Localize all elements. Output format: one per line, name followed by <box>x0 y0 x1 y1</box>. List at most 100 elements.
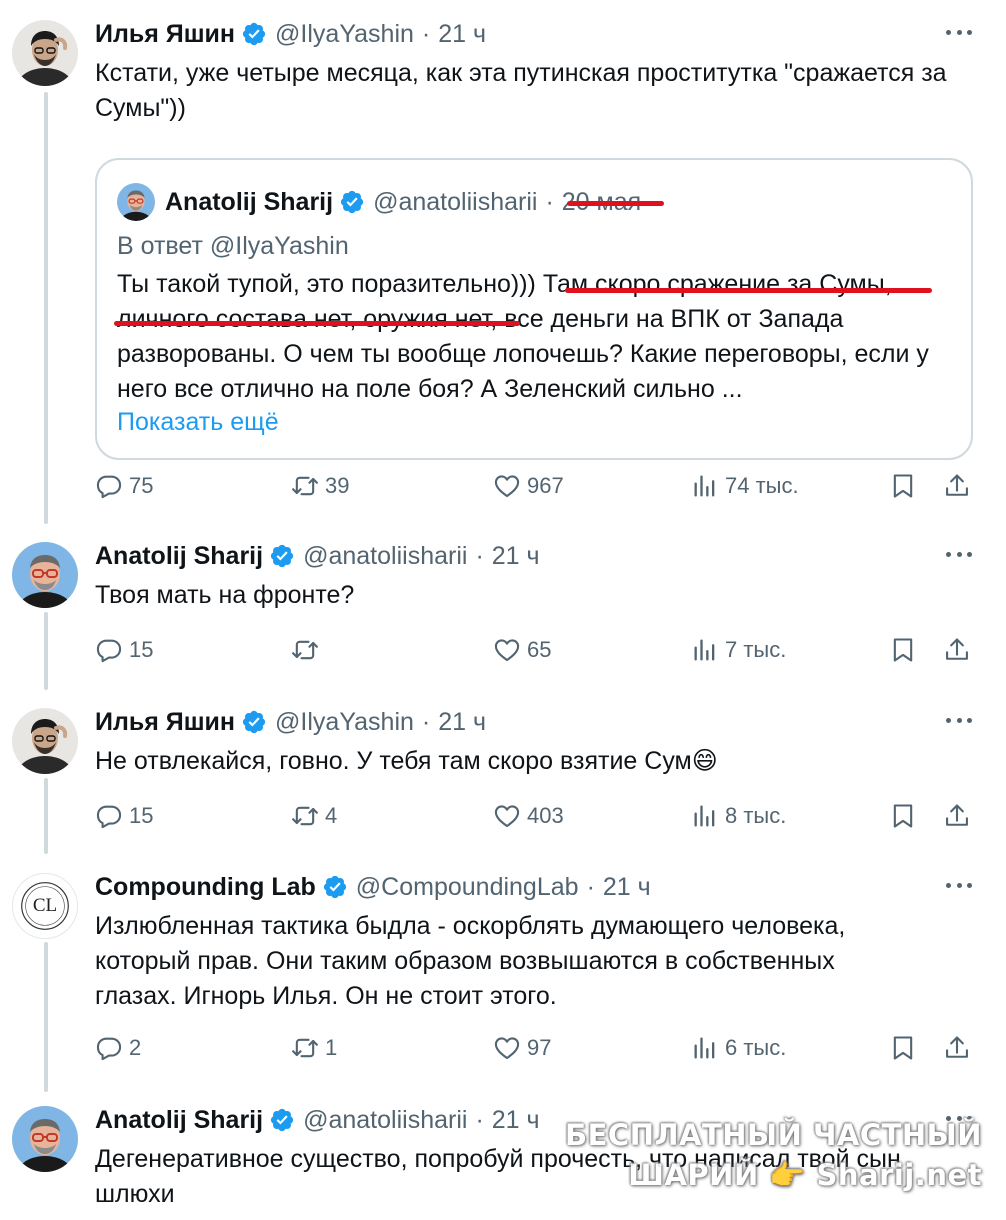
tweet[interactable]: Anatolij Sharij @anatoliisharii · 21 ч Т… <box>0 536 1006 686</box>
author-handle[interactable]: @anatoliisharii <box>303 1106 467 1135</box>
timestamp[interactable]: 21 ч <box>438 708 486 737</box>
bookmark-icon <box>889 472 917 500</box>
more-icon[interactable] <box>946 718 972 723</box>
quote-reply-to: В ответ @IlyaYashin <box>117 232 349 260</box>
like-button[interactable]: 65 <box>493 630 551 670</box>
separator-dot: · <box>545 187 554 216</box>
quote-author-handle: @anatoliisharii <box>373 187 538 216</box>
like-icon <box>493 472 521 500</box>
reply-button[interactable]: 75 <box>95 466 153 506</box>
timestamp[interactable]: 21 ч <box>492 1106 540 1135</box>
author-name[interactable]: Compounding Lab <box>95 873 316 902</box>
bookmark-button[interactable] <box>889 796 923 836</box>
share-button[interactable] <box>943 796 977 836</box>
timestamp[interactable]: 21 ч <box>492 542 540 571</box>
quoted-tweet[interactable]: Anatolij Sharij @anatoliisharii · 20 мая… <box>95 158 973 460</box>
like-count: 65 <box>527 637 552 662</box>
annotation-underline <box>565 288 932 293</box>
more-icon[interactable] <box>946 883 972 888</box>
reply-button[interactable]: 15 <box>95 630 153 670</box>
avatar[interactable] <box>12 708 78 774</box>
retweet-button[interactable] <box>291 630 325 670</box>
author-name[interactable]: Илья Яшин <box>95 708 235 737</box>
bookmark-icon <box>889 1034 917 1062</box>
timestamp[interactable]: 21 ч <box>438 20 486 49</box>
like-icon <box>493 802 521 830</box>
annotation-underline <box>114 321 520 326</box>
view-count: 74 тыс. <box>725 473 799 498</box>
separator-dot: · <box>421 707 431 736</box>
share-button[interactable] <box>943 1028 977 1068</box>
reply-button[interactable]: 15 <box>95 796 153 836</box>
more-icon[interactable] <box>946 30 972 35</box>
views-button[interactable]: 8 тыс. <box>691 796 786 836</box>
author-handle[interactable]: @anatoliisharii <box>303 542 467 571</box>
avatar[interactable] <box>12 1106 78 1172</box>
annotation-underline <box>567 201 664 206</box>
separator-dot: · <box>475 541 484 570</box>
author-name[interactable]: Илья Яшин <box>95 20 235 49</box>
reply-icon <box>95 636 123 664</box>
quote-author-name: Anatolij Sharij <box>165 187 334 216</box>
reply-count: 2 <box>129 1035 142 1060</box>
avatar[interactable] <box>12 20 78 86</box>
like-button[interactable]: 97 <box>493 1028 551 1068</box>
tweet[interactable]: CL Compounding Lab @CompoundingLab · 21 … <box>0 867 1006 1077</box>
tweet-actions: 2 1 97 6 тыс. <box>95 1028 975 1068</box>
tweet-text: Твоя мать на фронте? <box>95 581 355 609</box>
tweet-text: Не отвлекайся, говно. У тебя там скоро в… <box>95 747 718 775</box>
avatar[interactable] <box>12 542 78 608</box>
like-button[interactable]: 403 <box>493 796 564 836</box>
views-button[interactable]: 6 тыс. <box>691 1028 786 1068</box>
reply-button[interactable]: 2 <box>95 1028 141 1068</box>
retweet-button[interactable]: 1 <box>291 1028 337 1068</box>
retweet-button[interactable]: 4 <box>291 796 337 836</box>
timestamp[interactable]: 21 ч <box>603 873 651 902</box>
retweet-icon <box>291 1034 319 1062</box>
verified-badge-icon <box>269 543 295 569</box>
bookmark-button[interactable] <box>889 466 923 506</box>
verified-badge-icon <box>241 709 267 735</box>
retweet-icon <box>291 636 319 664</box>
tweet-header: Anatolij Sharij @anatoliisharii · 21 ч <box>95 1100 540 1140</box>
share-icon <box>943 1034 971 1062</box>
views-button[interactable]: 7 тыс. <box>691 630 786 670</box>
author-handle[interactable]: @CompoundingLab <box>356 873 579 902</box>
retweet-icon <box>291 802 319 830</box>
tweet-text: Кстати, уже четыре месяца, как эта путин… <box>95 59 947 122</box>
avatar-image <box>117 183 155 221</box>
author-name[interactable]: Anatolij Sharij <box>95 542 263 571</box>
verified-badge-icon <box>269 1107 295 1133</box>
show-more-link[interactable]: Показать ещё <box>117 408 279 437</box>
tweet-header: Илья Яшин @IlyaYashin · 21 ч <box>95 702 486 742</box>
retweet-icon <box>291 472 319 500</box>
tweet[interactable]: Илья Яшин @IlyaYashin · 21 ч Не отвлекай… <box>0 702 1006 852</box>
tweet[interactable]: Илья Яшин @IlyaYashin · 21 ч Кстати, уже… <box>0 14 1006 514</box>
retweet-count: 39 <box>325 473 350 498</box>
watermark-line-2: ШАРИЙ 👉 Sharij.net <box>628 1158 982 1192</box>
views-button[interactable]: 74 тыс. <box>691 466 799 506</box>
avatar-image <box>12 1106 78 1172</box>
retweet-button[interactable]: 39 <box>291 466 349 506</box>
reply-count: 15 <box>129 637 154 662</box>
reply-count: 15 <box>129 803 154 828</box>
views-icon <box>691 802 719 830</box>
avatar-image <box>12 20 78 86</box>
bookmark-button[interactable] <box>889 630 923 670</box>
tweet-text: Излюбленная тактика быдла - оскорблять д… <box>95 912 846 1010</box>
share-button[interactable] <box>943 466 977 506</box>
avatar[interactable]: CL <box>12 873 78 939</box>
retweet-count: 4 <box>325 803 338 828</box>
bookmark-button[interactable] <box>889 1028 923 1068</box>
more-icon[interactable] <box>946 552 972 557</box>
author-handle[interactable]: @IlyaYashin <box>275 708 414 737</box>
bookmark-icon <box>889 802 917 830</box>
avatar-monogram: CL <box>32 895 58 916</box>
share-button[interactable] <box>943 630 977 670</box>
author-name[interactable]: Anatolij Sharij <box>95 1106 263 1135</box>
like-icon <box>493 636 521 664</box>
views-icon <box>691 1034 719 1062</box>
author-handle[interactable]: @IlyaYashin <box>275 20 414 49</box>
view-count: 6 тыс. <box>725 1035 787 1060</box>
like-button[interactable]: 967 <box>493 466 564 506</box>
